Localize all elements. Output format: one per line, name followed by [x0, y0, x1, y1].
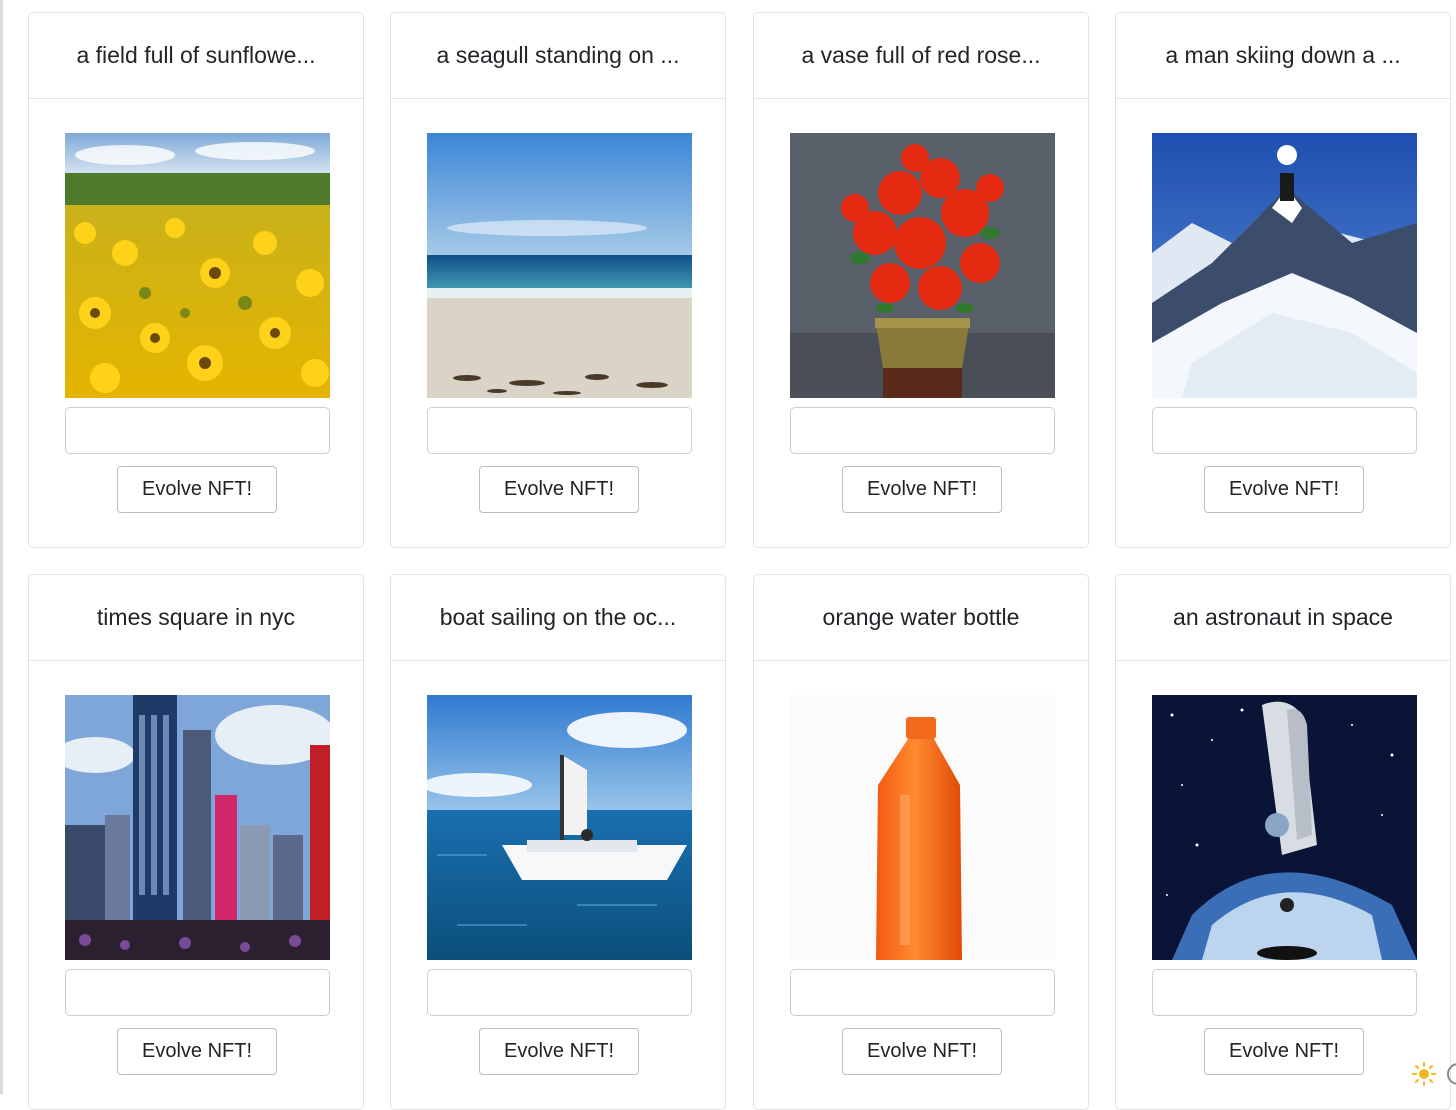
prompt-input[interactable] — [65, 969, 330, 1016]
card-title: a field full of sunflowe... — [29, 13, 363, 99]
prompt-input[interactable] — [790, 969, 1055, 1016]
nft-image-beach-ocean — [427, 133, 692, 398]
nft-image-astronaut-space — [1152, 695, 1417, 960]
prompt-input[interactable] — [790, 407, 1055, 454]
nft-card: a field full of sunflowe... Evolve NFT! — [28, 12, 364, 548]
evolve-nft-button[interactable]: Evolve NFT! — [1204, 1028, 1364, 1075]
circle-icon[interactable] — [1446, 1062, 1456, 1086]
nft-image-orange-bottle — [790, 695, 1055, 960]
window-left-edge — [0, 0, 3, 1094]
prompt-input[interactable] — [65, 407, 330, 454]
evolve-nft-button[interactable]: Evolve NFT! — [479, 466, 639, 513]
nft-image-red-flowers-vase — [790, 133, 1055, 398]
evolve-nft-button[interactable]: Evolve NFT! — [117, 1028, 277, 1075]
card-title: orange water bottle — [754, 575, 1088, 661]
evolve-nft-button[interactable]: Evolve NFT! — [1204, 466, 1364, 513]
nft-card: times square in nyc Evolve NFT! — [28, 574, 364, 1110]
nft-card: boat sailing on the oc... Evolve NFT! — [390, 574, 726, 1110]
card-title: a vase full of red rose... — [754, 13, 1088, 99]
nft-card: a vase full of red rose... Evolve NFT! — [753, 12, 1089, 548]
evolve-nft-button[interactable]: Evolve NFT! — [117, 466, 277, 513]
nft-card: a man skiing down a ... Evolve NFT! — [1115, 12, 1451, 548]
evolve-nft-button[interactable]: Evolve NFT! — [842, 466, 1002, 513]
evolve-nft-button[interactable]: Evolve NFT! — [842, 1028, 1002, 1075]
prompt-input[interactable] — [1152, 969, 1417, 1016]
nft-image-sunflower-field — [65, 133, 330, 398]
nft-image-snowy-mountain — [1152, 133, 1417, 398]
card-title: a man skiing down a ... — [1116, 13, 1450, 99]
evolve-nft-button[interactable]: Evolve NFT! — [479, 1028, 639, 1075]
sun-icon — [1412, 1062, 1436, 1086]
prompt-input[interactable] — [427, 969, 692, 1016]
nft-card: a seagull standing on ... Evolve NFT! — [390, 12, 726, 548]
card-title: a seagull standing on ... — [391, 13, 725, 99]
card-title: boat sailing on the oc... — [391, 575, 725, 661]
card-title: times square in nyc — [29, 575, 363, 661]
prompt-input[interactable] — [1152, 407, 1417, 454]
nft-card: an astronaut in space Evolve NFT! — [1115, 574, 1451, 1110]
nft-image-boat-on-sea — [427, 695, 692, 960]
card-title: an astronaut in space — [1116, 575, 1450, 661]
prompt-input[interactable] — [427, 407, 692, 454]
nft-card: orange water bottle Evolve NFT! — [753, 574, 1089, 1110]
nft-image-city-skyline — [65, 695, 330, 960]
